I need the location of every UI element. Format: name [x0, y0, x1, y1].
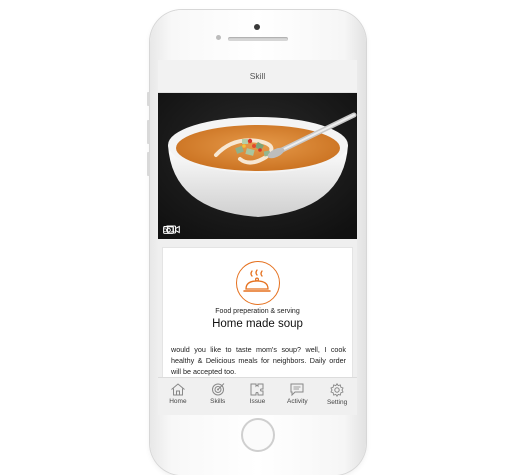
video-camera-icon	[167, 225, 180, 234]
app-header: Skill	[158, 60, 357, 93]
volume-down-button[interactable]	[147, 152, 150, 176]
tab-setting-label: Setting	[326, 399, 348, 406]
gear-icon	[330, 383, 344, 397]
home-icon	[171, 383, 185, 396]
skill-photo[interactable]: 5 1	[158, 93, 357, 239]
puzzle-icon	[250, 383, 264, 396]
front-camera	[254, 24, 260, 30]
home-hardware-button[interactable]	[241, 418, 275, 452]
tab-home-label: Home	[169, 398, 187, 405]
skill-description: would you like to taste mom's soup? well…	[171, 345, 346, 376]
skill-card: Food preperation & serving Home made sou…	[162, 247, 353, 397]
skill-title: Home made soup	[212, 318, 303, 330]
chat-icon	[290, 383, 304, 396]
food-serving-icon	[236, 261, 280, 305]
bottom-tab-bar: Home Skills Issue Activity Setting	[158, 377, 357, 415]
tab-activity[interactable]: Activity	[277, 378, 317, 415]
tab-skills[interactable]: Skills	[198, 378, 238, 415]
tab-activity-label: Activity	[286, 398, 308, 405]
earpiece-speaker	[228, 37, 288, 41]
tab-home[interactable]: Home	[158, 378, 198, 415]
tab-setting[interactable]: Setting	[317, 378, 357, 415]
page-title: Skill	[249, 71, 266, 81]
soup-bowl-image	[158, 93, 357, 239]
volume-up-button[interactable]	[147, 120, 150, 144]
tab-issue-label: Issue	[249, 398, 266, 405]
mute-switch[interactable]	[147, 92, 150, 106]
target-icon	[211, 383, 225, 396]
tab-issue[interactable]: Issue	[238, 378, 278, 415]
sensor	[216, 35, 221, 40]
skill-category: Food preperation & serving	[215, 308, 300, 315]
tab-skills-label: Skills	[210, 398, 226, 405]
media-counts: 5 1	[163, 225, 180, 234]
phone-screen: Skill 5 1 Food preperation & serving Hom…	[158, 60, 357, 415]
